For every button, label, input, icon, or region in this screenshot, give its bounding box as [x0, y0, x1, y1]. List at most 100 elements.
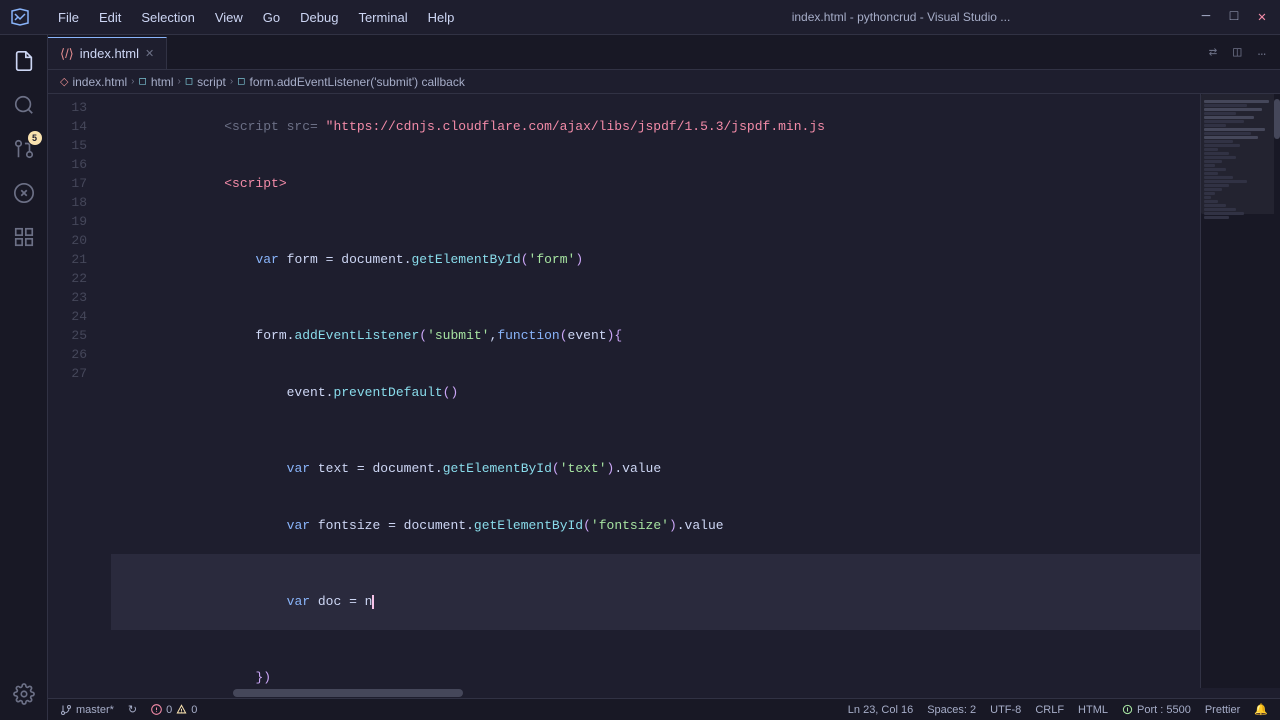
- window-controls: ─ □ ✕: [1198, 9, 1270, 26]
- window-title: index.html - pythoncrud - Visual Studio …: [624, 10, 1178, 24]
- bell-icon: 🔔: [1254, 703, 1268, 716]
- notifications-item[interactable]: 🔔: [1248, 699, 1274, 720]
- split-editor-icon[interactable]: ⇄: [1205, 42, 1221, 63]
- scrollbar-horizontal-thumb[interactable]: [233, 689, 463, 697]
- port-label: Port : 5500: [1137, 704, 1191, 716]
- formatter-label: Prettier: [1205, 704, 1240, 716]
- tab-right-icons: ⇄ ◫ …: [1205, 35, 1280, 69]
- tab-label: index.html: [80, 46, 139, 61]
- breadcrumb-callback-label: form.addEventListener('submit') callback: [249, 75, 464, 89]
- git-branch-item[interactable]: master*: [54, 699, 120, 720]
- breadcrumb-file[interactable]: ◇ index.html: [60, 75, 127, 89]
- code-line-16: var form = document.getElementById('form…: [111, 231, 1200, 288]
- breadcrumb-script-label: script: [197, 75, 226, 89]
- maximize-button[interactable]: □: [1226, 9, 1242, 25]
- tab-file-icon: ⟨/⟩: [60, 46, 74, 62]
- encoding: UTF-8: [990, 704, 1021, 716]
- code-line-15: [111, 212, 1200, 231]
- breadcrumb-sep-1: ›: [131, 76, 134, 87]
- breadcrumb-html[interactable]: ◻ html: [139, 75, 174, 89]
- debug-activity-button[interactable]: [6, 175, 42, 211]
- breadcrumb-callback-icon: ◻: [237, 76, 245, 87]
- errors-count: 0: [166, 704, 172, 716]
- more-actions-icon[interactable]: …: [1254, 42, 1270, 62]
- language-mode: HTML: [1078, 704, 1108, 716]
- warning-icon: [176, 704, 187, 715]
- spaces-item[interactable]: Spaces: 2: [921, 699, 982, 720]
- menu-debug[interactable]: Debug: [292, 8, 346, 27]
- code-line-25: [111, 630, 1200, 649]
- line-ending: CRLF: [1035, 704, 1064, 716]
- close-button[interactable]: ✕: [1254, 9, 1270, 26]
- menu-bar: File Edit Selection View Go Debug Termin…: [50, 8, 604, 27]
- error-icon: [151, 704, 162, 715]
- code-line-19: event.preventDefault(): [111, 364, 1200, 421]
- menu-help[interactable]: Help: [420, 8, 463, 27]
- code-line-14: <script>: [111, 155, 1200, 212]
- app-icon: [10, 7, 30, 27]
- activity-bar: 5: [0, 35, 48, 720]
- warnings-count: 0: [191, 704, 197, 716]
- title-bar: File Edit Selection View Go Debug Termin…: [0, 0, 1280, 35]
- indentation: Spaces: 2: [927, 704, 976, 716]
- files-activity-button[interactable]: [6, 43, 42, 79]
- breadcrumb-html-icon: ◻: [139, 76, 147, 87]
- scrollbar-horizontal-track[interactable]: [48, 688, 1280, 698]
- minimap-scrollbar-track[interactable]: [1274, 94, 1280, 688]
- source-control-badge: 5: [28, 131, 42, 145]
- menu-view[interactable]: View: [207, 8, 251, 27]
- breadcrumb-file-icon: ◇: [60, 75, 68, 88]
- port-item[interactable]: Port : 5500: [1116, 699, 1197, 720]
- menu-terminal[interactable]: Terminal: [350, 8, 415, 27]
- sync-item[interactable]: ↻: [122, 699, 143, 720]
- code-line-18: form.addEventListener('submit',function(…: [111, 307, 1200, 364]
- line-ending-item[interactable]: CRLF: [1029, 699, 1070, 720]
- breadcrumb-sep-3: ›: [230, 76, 233, 87]
- formatter-item[interactable]: Prettier: [1199, 699, 1246, 720]
- breadcrumb-file-label: index.html: [72, 75, 127, 89]
- code-line-13: <script src= "https://cdnjs.cloudflare.c…: [111, 98, 1200, 155]
- minimap-scrollbar-thumb[interactable]: [1274, 99, 1280, 139]
- tab-index-html[interactable]: ⟨/⟩ index.html ✕: [48, 37, 167, 69]
- code-line-21: var text = document.getElementById('text…: [111, 440, 1200, 497]
- breadcrumb: ◇ index.html › ◻ html › ◻ script › ◻ for…: [48, 70, 1280, 94]
- status-bar: master* ↻ 0 0 Ln: [48, 698, 1280, 720]
- cursor-position: Ln 23, Col 16: [848, 704, 913, 716]
- live-server-icon: [1122, 704, 1133, 715]
- line-numbers: 13 14 15 16 17 18 19 20 21 22 23 24 25 2…: [48, 94, 103, 688]
- breadcrumb-html-label: html: [151, 75, 174, 89]
- extensions-activity-button[interactable]: [6, 219, 42, 255]
- main-layout: 5: [0, 35, 1280, 720]
- language-item[interactable]: HTML: [1072, 699, 1114, 720]
- git-branch-icon: [60, 704, 72, 716]
- menu-file[interactable]: File: [50, 8, 87, 27]
- menu-selection[interactable]: Selection: [133, 8, 202, 27]
- encoding-item[interactable]: UTF-8: [984, 699, 1027, 720]
- code-line-20: [111, 421, 1200, 440]
- code-line-22: var fontsize = document.getElementById('…: [111, 497, 1200, 554]
- code-editor[interactable]: 13 14 15 16 17 18 19 20 21 22 23 24 25 2…: [48, 94, 1280, 688]
- minimap-viewport: [1204, 99, 1276, 220]
- breadcrumb-script-icon: ◻: [185, 76, 193, 87]
- sync-icon: ↻: [128, 703, 137, 716]
- minimap[interactable]: [1200, 94, 1280, 688]
- settings-activity-button[interactable]: [6, 676, 42, 712]
- position-item[interactable]: Ln 23, Col 16: [842, 699, 919, 720]
- errors-item[interactable]: 0 0: [145, 699, 203, 720]
- editor-area: ⟨/⟩ index.html ✕ ⇄ ◫ … ◇ index.html › ◻ …: [48, 35, 1280, 720]
- source-control-activity-button[interactable]: 5: [6, 131, 42, 167]
- breadcrumb-callback[interactable]: ◻ form.addEventListener('submit') callba…: [237, 75, 465, 89]
- code-content[interactable]: <script src= "https://cdnjs.cloudflare.c…: [103, 94, 1200, 688]
- code-line-23: [111, 554, 1200, 573]
- tab-bar: ⟨/⟩ index.html ✕ ⇄ ◫ …: [48, 35, 1280, 70]
- git-branch-label: master*: [76, 704, 114, 716]
- menu-go[interactable]: Go: [255, 8, 288, 27]
- tab-close-button[interactable]: ✕: [145, 47, 154, 60]
- menu-edit[interactable]: Edit: [91, 8, 129, 27]
- search-activity-button[interactable]: [6, 87, 42, 123]
- breadcrumb-script[interactable]: ◻ script: [185, 75, 226, 89]
- breadcrumb-sep-2: ›: [178, 76, 181, 87]
- layout-icon[interactable]: ◫: [1229, 42, 1245, 63]
- minimize-button[interactable]: ─: [1198, 9, 1214, 25]
- code-line-17: [111, 288, 1200, 307]
